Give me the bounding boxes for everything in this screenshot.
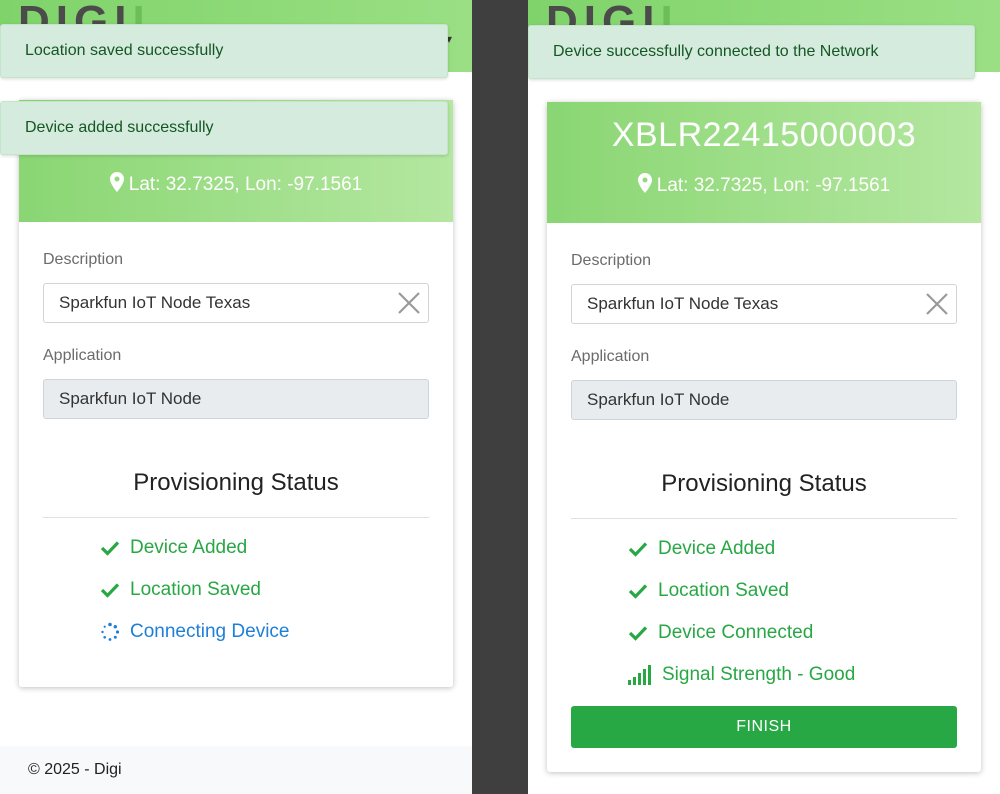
status-location-saved: Location Saved — [99, 579, 261, 601]
check-icon — [100, 583, 120, 598]
toast-device-connected[interactable]: Device successfully connected to the Net… — [528, 25, 975, 79]
divider — [571, 518, 957, 519]
left-screen: DIGII ▾ Lat: 32.7325, Lon: -97.1561 Desc… — [0, 0, 472, 794]
status-label: Device Added — [658, 538, 776, 559]
provisioning-status-title: Provisioning Status — [133, 469, 339, 496]
map-marker-icon — [637, 173, 652, 193]
divider — [43, 517, 429, 518]
check-icon — [628, 542, 648, 557]
device-card: Lat: 32.7325, Lon: -97.1561 Description … — [19, 100, 453, 687]
status-label: Connecting Device — [130, 621, 290, 642]
description-input[interactable]: Sparkfun IoT Node Texas — [43, 283, 429, 323]
card-header: XBLR22415000003 Lat: 32.7325, Lon: -97.1… — [547, 102, 981, 223]
application-value: Sparkfun IoT Node — [59, 389, 202, 408]
check-icon — [628, 626, 648, 641]
description-label: Description — [43, 251, 124, 268]
status-label: Device Connected — [658, 622, 814, 643]
status-label: Location Saved — [658, 580, 789, 601]
description-input[interactable]: Sparkfun IoT Node Texas — [571, 284, 957, 324]
application-value: Sparkfun IoT Node — [587, 390, 730, 409]
description-value: Sparkfun IoT Node Texas — [59, 293, 251, 312]
coords-text: Lat: 32.7325, Lon: -97.1561 — [128, 174, 363, 195]
status-location-saved: Location Saved — [627, 580, 789, 602]
clear-icon[interactable] — [924, 291, 950, 317]
toast-device-added[interactable]: Device added successfully — [0, 101, 448, 155]
status-signal-strength: Signal Strength - Good — [627, 664, 855, 686]
right-screen: DIGII XBLR22415000003 Lat: 32.7325, Lon:… — [528, 0, 1000, 794]
location-coordinates: Lat: 32.7325, Lon: -97.1561 — [19, 172, 453, 196]
device-id-title: XBLR22415000003 — [611, 116, 917, 154]
device-card: XBLR22415000003 Lat: 32.7325, Lon: -97.1… — [547, 102, 981, 772]
footer: © 2025 - Digi — [0, 746, 472, 794]
application-label: Application — [571, 348, 650, 365]
application-field: Sparkfun IoT Node — [43, 379, 429, 419]
status-connecting-device: Connecting Device — [99, 621, 289, 643]
description-value: Sparkfun IoT Node Texas — [587, 294, 779, 313]
status-device-added: Device Added — [627, 538, 775, 560]
clear-icon[interactable] — [396, 290, 422, 316]
status-label: Device Added — [130, 537, 248, 558]
finish-button[interactable]: FINISH — [571, 706, 957, 748]
provisioning-status-title: Provisioning Status — [661, 470, 867, 497]
status-label: Signal Strength - Good — [662, 664, 856, 685]
check-icon — [100, 541, 120, 556]
status-device-added: Device Added — [99, 537, 247, 559]
application-label: Application — [43, 347, 122, 364]
application-field: Sparkfun IoT Node — [571, 380, 957, 420]
spinner-icon — [101, 622, 120, 641]
check-icon — [628, 584, 648, 599]
status-device-connected: Device Connected — [627, 622, 813, 644]
status-label: Location Saved — [130, 579, 261, 600]
toast-location-saved[interactable]: Location saved successfully — [0, 24, 448, 78]
map-marker-icon — [109, 172, 124, 192]
signal-bars-icon — [628, 665, 651, 685]
location-coordinates: Lat: 32.7325, Lon: -97.1561 — [547, 173, 981, 197]
coords-text: Lat: 32.7325, Lon: -97.1561 — [656, 175, 891, 196]
description-label: Description — [571, 252, 652, 269]
